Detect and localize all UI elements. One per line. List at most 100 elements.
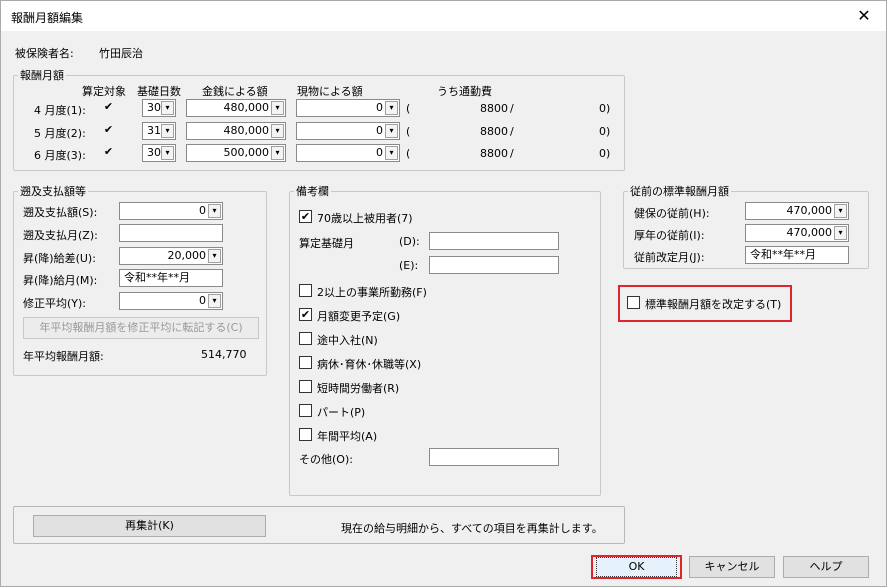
fix-avg-label: 修正平均(Y): [23, 297, 87, 310]
paren-6: ( [406, 147, 411, 160]
money-field-5[interactable]: 480,000 ▾ [186, 122, 286, 140]
chevron-down-icon[interactable]: ▾ [208, 249, 221, 263]
dialog-window: 報酬月額編集 ✕ 被保険者名: 竹田辰治 報酬月額 算定対象 基礎日数 金銭によ… [0, 0, 887, 587]
base-month-label: 算定基礎月 [299, 237, 354, 250]
other-label: その他(O): [299, 453, 353, 466]
transfer-average-button[interactable]: 年平均報酬月額を修正平均に転記する(C) [23, 317, 259, 339]
insured-label: 被保険者名: [15, 47, 74, 60]
revise-standard-checkbox[interactable] [627, 296, 640, 309]
month-label-4: 4 月度(1): [34, 104, 86, 117]
e-label: (E): [399, 259, 419, 272]
chevron-down-icon[interactable]: ▾ [271, 146, 284, 160]
money-field-4[interactable]: 480,000 ▾ [186, 99, 286, 117]
retro-amount-field[interactable]: 0 ▾ [119, 202, 223, 220]
target-checkbox-4[interactable]: ✔ [102, 101, 115, 114]
header-commute: うち通勤費 [437, 85, 492, 98]
commute-6: 8800 [480, 147, 508, 160]
retro-legend: 遡及支払額等 [20, 185, 86, 198]
other-field[interactable] [429, 448, 559, 466]
chevron-down-icon[interactable]: ▾ [208, 294, 221, 308]
annual-average-label: 年間平均(A) [317, 430, 378, 443]
previous-legend: 従前の標準報酬月額 [630, 185, 729, 198]
pension-prev-field[interactable]: 470,000 ▾ [745, 224, 849, 242]
goods-field-6[interactable]: 0 ▾ [296, 144, 400, 162]
monthly-change-checkbox[interactable]: ✔ [299, 308, 312, 321]
recalc-description: 現在の給与明細から、すべての項目を再集計します。 [341, 522, 603, 535]
health-prev-field[interactable]: 470,000 ▾ [745, 202, 849, 220]
insured-name: 竹田辰治 [99, 47, 143, 60]
d-label: (D): [399, 235, 420, 248]
commute-5: 8800 [480, 125, 508, 138]
chevron-down-icon[interactable]: ▾ [385, 101, 398, 115]
raise-diff-field[interactable]: 20,000 ▾ [119, 247, 223, 265]
header-target: 算定対象 [82, 85, 126, 98]
remarks-legend: 備考欄 [296, 185, 329, 198]
midway-join-label: 途中入社(N) [317, 334, 378, 347]
monthly-legend: 報酬月額 [20, 69, 64, 82]
part-time-label: パート(P) [317, 406, 366, 419]
paren-4: ( [406, 102, 411, 115]
commute-4: 8800 [480, 102, 508, 115]
short-time-label: 短時間労働者(R) [317, 382, 400, 395]
commute2-4: 0) [599, 102, 611, 115]
chevron-down-icon[interactable]: ▾ [271, 101, 284, 115]
ok-button[interactable]: OK [596, 557, 677, 577]
fix-avg-field[interactable]: 0 ▾ [119, 292, 223, 310]
revision-month-field[interactable]: 令和**年**月 [745, 246, 849, 264]
leave-label: 病休･育休･休職等(X) [317, 358, 422, 371]
commute2-6: 0) [599, 147, 611, 160]
help-button[interactable]: ヘルプ [783, 556, 869, 578]
revision-month-label: 従前改定月(J): [634, 251, 705, 264]
raise-diff-label: 昇(降)給差(U): [23, 252, 96, 265]
chevron-down-icon[interactable]: ▾ [208, 204, 221, 218]
pension-prev-label: 厚年の従前(I): [634, 229, 705, 242]
slash-6: / [510, 147, 514, 160]
part-time-checkbox[interactable] [299, 404, 312, 417]
raise-month-field[interactable]: 令和**年**月 [119, 269, 223, 287]
chevron-down-icon[interactable]: ▾ [161, 146, 174, 160]
target-checkbox-5[interactable]: ✔ [102, 124, 115, 137]
chevron-down-icon[interactable]: ▾ [271, 124, 284, 138]
chevron-down-icon[interactable]: ▾ [161, 124, 174, 138]
month-label-6: 6 月度(3): [34, 149, 86, 162]
over70-checkbox[interactable]: ✔ [299, 210, 312, 223]
cancel-button[interactable]: キャンセル [689, 556, 775, 578]
days-select-4[interactable]: 30 ▾ [142, 99, 176, 117]
revise-standard-label: 標準報酬月額を改定する(T) [645, 298, 782, 311]
short-time-checkbox[interactable] [299, 380, 312, 393]
slash-4: / [510, 102, 514, 115]
annual-average-checkbox[interactable] [299, 428, 312, 441]
retro-month-label: 遡及支払月(Z): [23, 229, 98, 242]
chevron-down-icon[interactable]: ▾ [161, 101, 174, 115]
multi-office-checkbox[interactable] [299, 284, 312, 297]
recalc-button[interactable]: 再集計(K) [33, 515, 266, 537]
retro-amount-label: 遡及支払額(S): [23, 206, 98, 219]
chevron-down-icon[interactable]: ▾ [385, 124, 398, 138]
close-icon[interactable]: ✕ [854, 6, 874, 26]
d-field[interactable] [429, 232, 559, 250]
e-field[interactable] [429, 256, 559, 274]
annual-avg-label: 年平均報酬月額: [23, 350, 104, 363]
days-select-6[interactable]: 30 ▾ [142, 144, 176, 162]
chevron-down-icon[interactable]: ▾ [834, 204, 847, 218]
paren-5: ( [406, 125, 411, 138]
midway-join-checkbox[interactable] [299, 332, 312, 345]
commute2-5: 0) [599, 125, 611, 138]
over70-label: 70歳以上被用者(7) [317, 212, 413, 225]
annual-avg-value: 514,770 [201, 348, 247, 361]
retro-month-field[interactable] [119, 224, 223, 242]
header-money: 金銭による額 [202, 85, 268, 98]
header-goods: 現物による額 [297, 85, 363, 98]
chevron-down-icon[interactable]: ▾ [385, 146, 398, 160]
goods-field-5[interactable]: 0 ▾ [296, 122, 400, 140]
goods-field-4[interactable]: 0 ▾ [296, 99, 400, 117]
days-select-5[interactable]: 31 ▾ [142, 122, 176, 140]
monthly-change-label: 月額変更予定(G) [317, 310, 401, 323]
chevron-down-icon[interactable]: ▾ [834, 226, 847, 240]
money-field-6[interactable]: 500,000 ▾ [186, 144, 286, 162]
slash-5: / [510, 125, 514, 138]
window-title: 報酬月額編集 [11, 11, 84, 25]
raise-month-label: 昇(降)給月(M): [23, 274, 98, 287]
leave-checkbox[interactable] [299, 356, 312, 369]
target-checkbox-6[interactable]: ✔ [102, 146, 115, 159]
